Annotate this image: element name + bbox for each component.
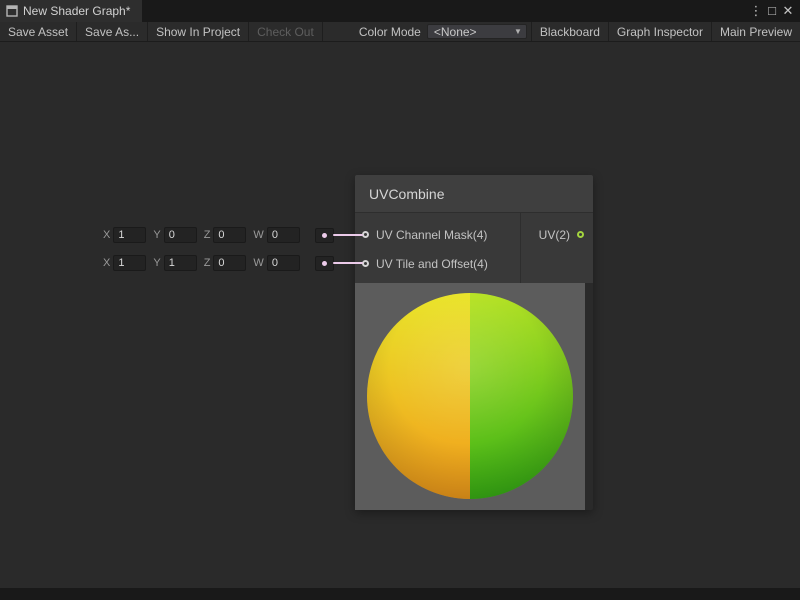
check-out-button: Check Out: [249, 22, 323, 41]
tab-title: New Shader Graph*: [23, 4, 130, 18]
main-preview-toggle-button[interactable]: Main Preview: [711, 22, 800, 41]
node-title: UVCombine: [369, 186, 444, 202]
vector-field-x[interactable]: [113, 227, 146, 243]
y-label: Y: [153, 257, 160, 269]
input-port-circle-icon[interactable]: [362, 260, 369, 267]
output-port-label: UV(2): [539, 228, 570, 242]
vector4-input-row-1: X Y Z W: [103, 225, 334, 245]
w-label: W: [253, 257, 263, 269]
input-port-label: UV Channel Mask(4): [376, 228, 487, 242]
color-mode-value: <None>: [434, 25, 477, 39]
x-label: X: [103, 257, 110, 269]
color-mode-dropdown[interactable]: <None> ▼: [427, 24, 527, 39]
show-in-project-button[interactable]: Show In Project: [148, 22, 249, 41]
y-label: Y: [153, 229, 160, 241]
vector-field-x[interactable]: [113, 255, 146, 271]
close-icon[interactable]: ✕: [780, 0, 796, 22]
color-mode-group: Color Mode <None> ▼: [359, 22, 527, 41]
node-input-column: UV Channel Mask(4) UV Tile and Offset(4): [355, 213, 520, 283]
sphere-shading: [367, 293, 573, 499]
tab-new-shader-graph[interactable]: New Shader Graph*: [0, 0, 142, 22]
blackboard-toggle-button[interactable]: Blackboard: [531, 22, 608, 41]
vector-field-w[interactable]: [267, 227, 300, 243]
graph-canvas[interactable]: UVCombine UV Channel Mask(4) UV Tile and…: [0, 42, 800, 588]
input-port-label: UV Tile and Offset(4): [376, 257, 488, 271]
vector-field-y[interactable]: [164, 227, 197, 243]
input-port-uv-channel-mask[interactable]: UV Channel Mask(4): [355, 220, 520, 249]
output-port-uv[interactable]: UV(2): [521, 220, 593, 249]
preview-sphere: [367, 293, 573, 499]
graph-toolbar: Save Asset Save As... Show In Project Ch…: [0, 22, 800, 42]
window-menu-icon[interactable]: ⋮: [748, 0, 764, 22]
node-ports: UV Channel Mask(4) UV Tile and Offset(4)…: [355, 213, 593, 283]
node-uvcombine[interactable]: UVCombine UV Channel Mask(4) UV Tile and…: [355, 175, 593, 510]
save-as-button[interactable]: Save As...: [77, 22, 148, 41]
edge-to-uv-channel-mask[interactable]: [333, 234, 363, 236]
vector-field-z[interactable]: [213, 255, 246, 271]
vector-field-y[interactable]: [164, 255, 197, 271]
bottom-bar: [0, 588, 800, 600]
connector-dot-icon: [322, 233, 327, 238]
graph-inspector-toggle-button[interactable]: Graph Inspector: [608, 22, 711, 41]
vector-field-w[interactable]: [267, 255, 300, 271]
save-asset-button[interactable]: Save Asset: [0, 22, 77, 41]
input-port-circle-icon[interactable]: [362, 231, 369, 238]
shader-graph-icon: [6, 5, 18, 17]
z-label: Z: [204, 257, 211, 269]
port-connector-stub[interactable]: [315, 256, 334, 271]
vector4-input-row-2: X Y Z W: [103, 253, 334, 273]
vector-field-z[interactable]: [213, 227, 246, 243]
title-bar: New Shader Graph* ⋮ □ ✕: [0, 0, 800, 22]
toolbar-right-group: Blackboard Graph Inspector Main Preview: [531, 22, 800, 41]
shader-graph-window: New Shader Graph* ⋮ □ ✕ Save Asset Save …: [0, 0, 800, 600]
node-header[interactable]: UVCombine: [355, 175, 593, 213]
color-mode-label: Color Mode: [359, 25, 421, 39]
port-connector-stub[interactable]: [315, 228, 334, 243]
node-output-column: UV(2): [521, 213, 593, 283]
x-label: X: [103, 229, 110, 241]
input-port-uv-tile-and-offset[interactable]: UV Tile and Offset(4): [355, 249, 520, 278]
maximize-icon[interactable]: □: [764, 0, 780, 22]
edge-to-uv-tile-and-offset[interactable]: [333, 262, 363, 264]
output-port-circle-icon[interactable]: [577, 231, 584, 238]
window-controls: ⋮ □ ✕: [748, 0, 800, 22]
node-preview: [355, 283, 585, 510]
chevron-down-icon: ▼: [514, 27, 522, 36]
z-label: Z: [204, 229, 211, 241]
w-label: W: [253, 229, 263, 241]
connector-dot-icon: [322, 261, 327, 266]
